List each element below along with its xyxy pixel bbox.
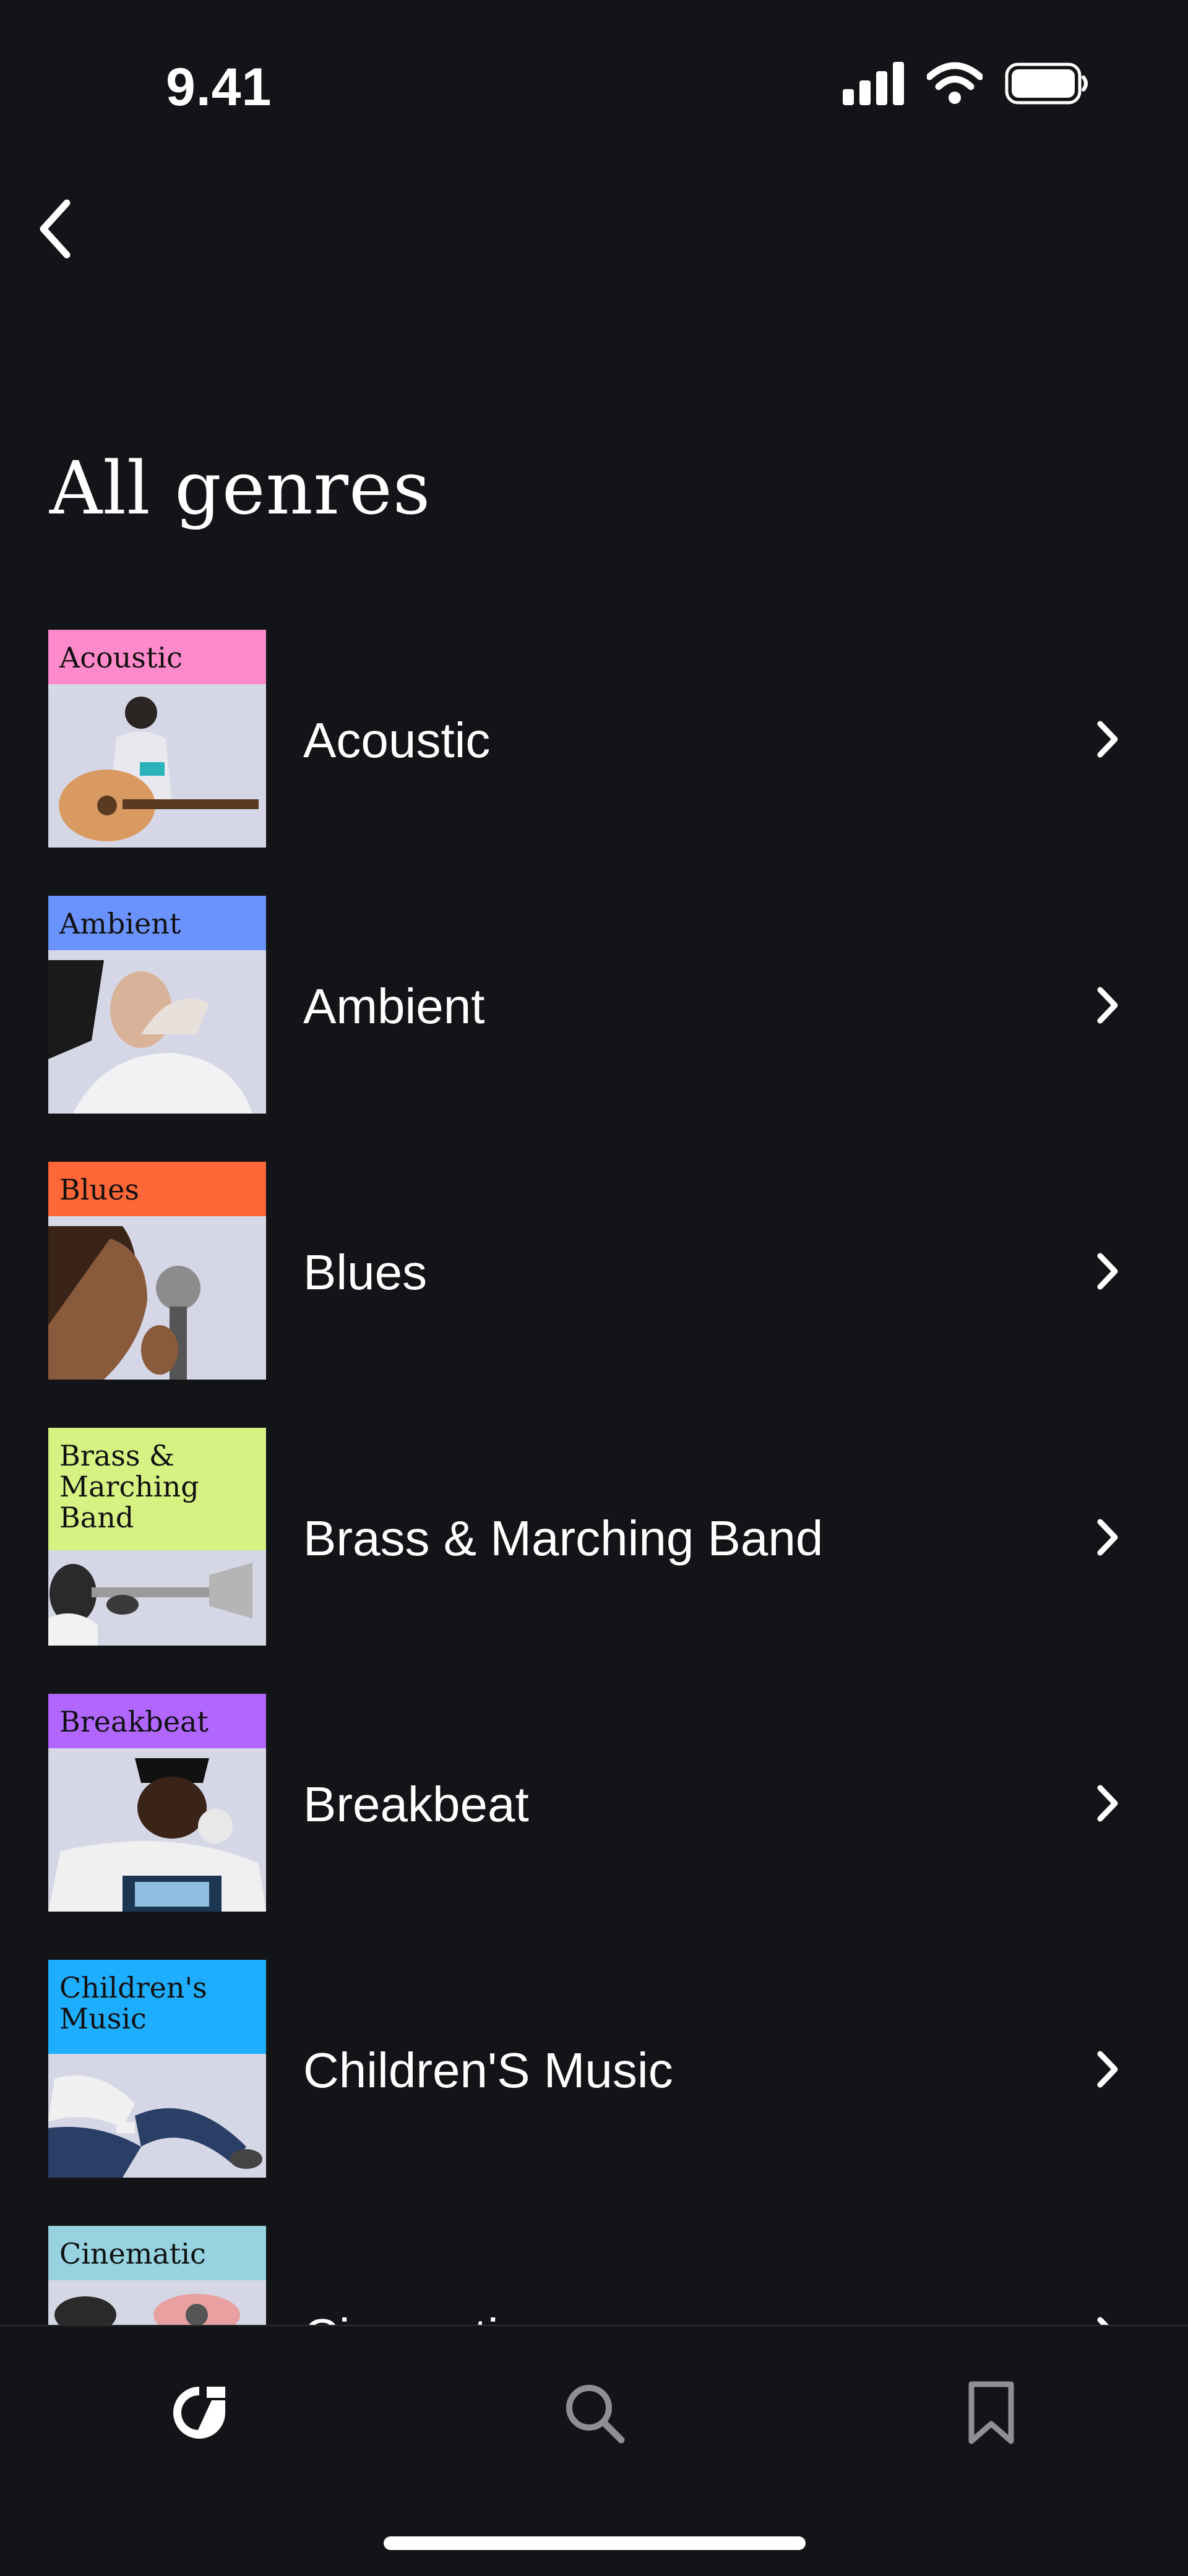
genre-thumbnail: Blues (48, 1162, 266, 1380)
thumbnail-label: Children's Music (48, 1960, 266, 2054)
genre-name: Brass & Marching Band (303, 1511, 824, 1566)
chevron-right-icon (1097, 721, 1118, 758)
back-button[interactable] (17, 186, 92, 272)
thumbnail-label: Breakbeat (48, 1694, 266, 1748)
chevron-right-icon (1097, 1253, 1118, 1290)
thumbnail-label: Ambient (48, 896, 266, 950)
blues-singer-image (48, 1226, 266, 1380)
genre-list: Acoustic Acoustic Ambient Ambient Blues … (0, 630, 1188, 2325)
bookmark-icon (968, 2381, 1014, 2444)
genre-name: Children'S Music (303, 2043, 673, 2098)
thumbnail-label: Brass & Marching Band (48, 1428, 266, 1550)
ambient-person-image (48, 960, 266, 1114)
chevron-right-icon (1097, 987, 1118, 1024)
genre-row-blues[interactable]: Blues Blues (0, 1162, 1188, 1380)
signal-icon (843, 62, 904, 105)
genre-name: Breakbeat (303, 1777, 529, 1832)
status-icons (843, 62, 1089, 105)
genre-thumbnail: Cinematic (48, 2226, 266, 2325)
genre-row-ambient[interactable]: Ambient Ambient (0, 896, 1188, 1114)
jumping-child-image (48, 2054, 266, 2178)
chevron-left-icon (40, 199, 71, 259)
page-title: All genres (50, 445, 431, 531)
status-bar: 9.41 (0, 0, 1188, 161)
breakbeat-person-image (48, 1758, 266, 1912)
thumbnail-label: Blues (48, 1162, 266, 1216)
genre-thumbnail: Breakbeat (48, 1694, 266, 1912)
thumbnail-label: Acoustic (48, 630, 266, 684)
chevron-right-icon (1097, 2051, 1118, 2088)
wifi-icon (927, 62, 983, 104)
genre-row-breakbeat[interactable]: Breakbeat Breakbeat (0, 1694, 1188, 1912)
acoustic-guitarist-image (48, 694, 266, 848)
genre-name: Ambient (303, 979, 485, 1034)
genre-thumbnail: Acoustic (48, 630, 266, 848)
home-indicator (384, 2536, 806, 2550)
tab-home[interactable] (156, 2369, 243, 2456)
battery-icon (1005, 62, 1088, 105)
trumpet-player-image (48, 1550, 266, 1646)
status-time: 9.41 (166, 58, 272, 117)
genre-row-acoustic[interactable]: Acoustic Acoustic (0, 630, 1188, 848)
genre-row-childrens-music[interactable]: Children's Music Children'S Music (0, 1960, 1188, 2178)
genre-name: Acoustic (303, 713, 491, 768)
chevron-right-icon (1097, 2317, 1109, 2325)
thumbnail-label: Cinematic (48, 2226, 266, 2280)
cinematic-image (48, 2290, 266, 2325)
home-icon (173, 2387, 225, 2439)
search-icon (566, 2385, 625, 2444)
genre-row-brass-marching-band[interactable]: Brass & Marching Band Brass & Marching B… (0, 1428, 1188, 1646)
genre-row-cinematic[interactable]: Cinematic Cinematic (0, 2226, 1188, 2325)
genre-thumbnail: Children's Music (48, 1960, 266, 2178)
tab-saved[interactable] (948, 2369, 1035, 2456)
chevron-right-icon (1097, 1785, 1118, 1822)
genre-thumbnail: Ambient (48, 896, 266, 1114)
genre-name: Cinematic (303, 2309, 523, 2325)
tab-search[interactable] (551, 2369, 637, 2456)
genre-thumbnail: Brass & Marching Band (48, 1428, 266, 1646)
genre-name: Blues (303, 1245, 428, 1300)
chevron-right-icon (1097, 1519, 1118, 1556)
